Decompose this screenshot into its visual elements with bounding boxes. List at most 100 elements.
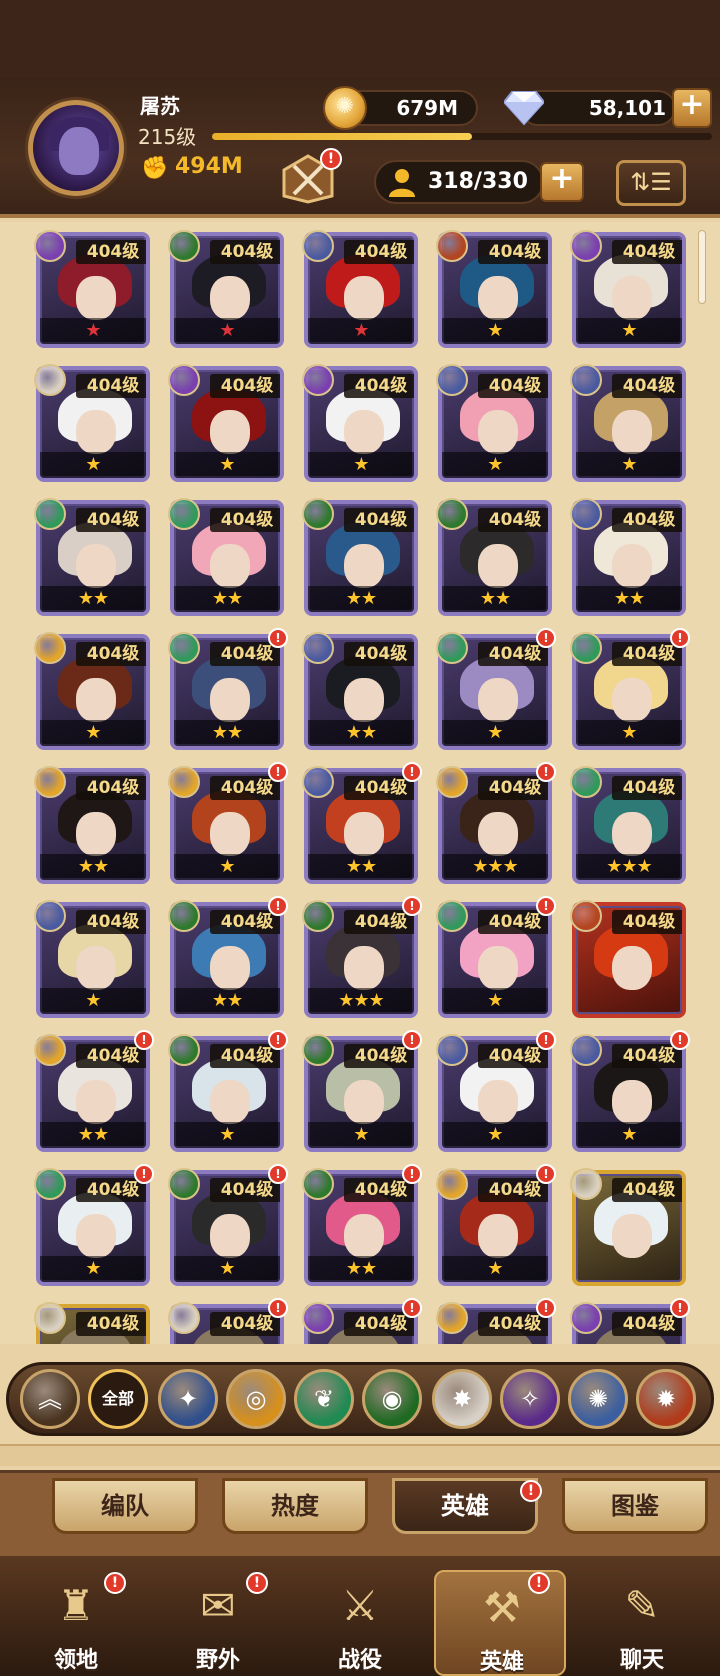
hero-faction-icon <box>302 1302 334 1334</box>
hero-stars: ★ <box>487 320 503 341</box>
hero-stars: ★ <box>621 320 637 341</box>
hero-faction-icon <box>570 230 602 262</box>
exp-bar <box>212 133 712 140</box>
hero-faction-icon <box>34 900 66 932</box>
hero-portrait-face <box>344 410 384 454</box>
hero-level: 404级 <box>76 240 146 264</box>
hero-level: 404级 <box>210 374 280 398</box>
hero-faction-icon <box>302 632 334 664</box>
hero-stars: ★★ <box>77 1124 109 1145</box>
leaf-faction-icon-glyph: ❦ <box>313 1385 335 1413</box>
nav-sword[interactable]: ⚔ 战役 <box>294 1570 426 1676</box>
hero-faction-icon <box>436 1034 468 1066</box>
hero-level: 404级 <box>76 910 146 934</box>
hero-star-bar: ★ <box>576 720 682 746</box>
sort-button[interactable]: ⇅☰ <box>616 160 686 206</box>
tab-0[interactable]: 编队 <box>52 1478 198 1534</box>
hero-faction-icon <box>34 1168 66 1200</box>
hero-portrait-face <box>344 276 384 320</box>
nav-chat-bubble[interactable]: ✎ 聊天 <box>576 1570 708 1676</box>
celestial-faction-icon[interactable]: ✺ <box>568 1369 628 1429</box>
flame-faction-icon[interactable]: ✹ <box>636 1369 696 1429</box>
hero-faction-icon <box>302 766 334 798</box>
hero-faction-icon <box>168 1034 200 1066</box>
nav-label: 聊天 <box>619 1648 664 1673</box>
tab-1[interactable]: 热度 <box>222 1478 368 1534</box>
hero-portrait-face <box>210 410 250 454</box>
hero-stars: ★★ <box>345 1258 377 1279</box>
hero-faction-icon <box>168 632 200 664</box>
tab-label: 编队 <box>101 1492 149 1520</box>
hero-faction-icon <box>302 498 334 530</box>
hero-portrait-face <box>344 1214 384 1258</box>
hero-level: 404级 <box>612 240 682 264</box>
hero-notification-badge: ! <box>268 628 288 648</box>
hero-notification-badge: ! <box>134 1030 154 1050</box>
hero-stars: ★ <box>85 1258 101 1279</box>
hero-faction-icon <box>168 230 200 262</box>
hero-portrait-face <box>76 678 116 722</box>
hero-star-bar: ★★ <box>174 586 280 612</box>
hero-portrait-face <box>344 1080 384 1124</box>
tab-3[interactable]: 图鉴 <box>562 1478 708 1534</box>
hero-faction-icon <box>570 766 602 798</box>
hero-faction-icon <box>168 1302 200 1334</box>
hero-star-bar: ★★★ <box>442 854 548 880</box>
filter-all-button[interactable]: 全部 <box>88 1369 148 1429</box>
hero-notification-badge: ! <box>268 896 288 916</box>
hero-faction-icon <box>436 632 468 664</box>
hero-star-bar: ★ <box>174 1122 280 1148</box>
chevron-up-icon-glyph: ︽ <box>38 1385 62 1413</box>
hero-portrait-face <box>76 812 116 856</box>
hero-faction-icon <box>34 1034 66 1066</box>
light-faction-icon[interactable]: ✸ <box>432 1369 492 1429</box>
hero-notification-badge: ! <box>670 628 690 648</box>
hero-portrait-face <box>478 544 518 588</box>
hero-stars: ★★ <box>77 588 109 609</box>
sun-faction-icon[interactable]: ◎ <box>226 1369 286 1429</box>
void-faction-icon[interactable]: ✧ <box>500 1369 560 1429</box>
chevron-up-icon[interactable]: ︽ <box>20 1369 80 1429</box>
expand-hero-slots-button[interactable]: + <box>540 162 584 202</box>
hero-notification-badge: ! <box>402 762 422 782</box>
hero-portrait-face <box>210 946 250 990</box>
hero-faction-icon <box>436 900 468 932</box>
hero-star-bar: ★ <box>308 318 414 344</box>
hero-star-bar: ★ <box>442 318 548 344</box>
hero-portrait-face <box>478 812 518 856</box>
light-faction-icon-glyph: ✸ <box>451 1385 473 1413</box>
hero-portrait-face <box>210 1214 250 1258</box>
tab-2[interactable]: 英雄 <box>392 1478 538 1534</box>
hero-star-bar: ★ <box>40 1256 146 1282</box>
hero-portrait-face <box>612 544 652 588</box>
hero-notification-badge: ! <box>536 762 556 782</box>
hero-stars: ★ <box>621 722 637 743</box>
eye-faction-icon[interactable]: ◉ <box>362 1369 422 1429</box>
hero-faction-icon <box>436 1168 468 1200</box>
hero-faction-icon <box>302 1168 334 1200</box>
hero-faction-icon <box>302 364 334 396</box>
nav-label: 野外 <box>195 1648 240 1673</box>
hero-level: 404级 <box>478 374 548 398</box>
hero-stars: ★ <box>219 454 235 475</box>
tab-label: 图鉴 <box>611 1492 659 1520</box>
add-diamonds-button[interactable]: + <box>672 88 712 128</box>
hero-level: 404级 <box>344 374 414 398</box>
scrollbar-thumb[interactable] <box>698 230 706 304</box>
diamond-icon <box>504 91 544 126</box>
hero-stars: ★ <box>85 990 101 1011</box>
hero-portrait-face <box>76 946 116 990</box>
tab-label: 英雄 <box>441 1492 489 1520</box>
hero-stars: ★★ <box>211 990 243 1011</box>
leaf-faction-icon[interactable]: ❦ <box>294 1369 354 1429</box>
map-scroll-icon: ✉ <box>200 1581 236 1630</box>
player-avatar[interactable] <box>28 100 124 196</box>
hero-star-bar: ★ <box>174 854 280 880</box>
hero-grid[interactable]: 404级 ★ 404级 ★ 404级 ★ 404级 ★ 404级 ★ 404级 ★ 404级 ★ 404级 ★… <box>0 222 720 1344</box>
hero-faction-icon <box>168 900 200 932</box>
hero-faction-icon <box>436 1302 468 1334</box>
hero-level: 404级 <box>76 642 146 666</box>
star-faction-icon[interactable]: ✦ <box>158 1369 218 1429</box>
celestial-faction-icon-glyph: ✺ <box>587 1385 609 1413</box>
hero-notification-badge: ! <box>268 1164 288 1184</box>
